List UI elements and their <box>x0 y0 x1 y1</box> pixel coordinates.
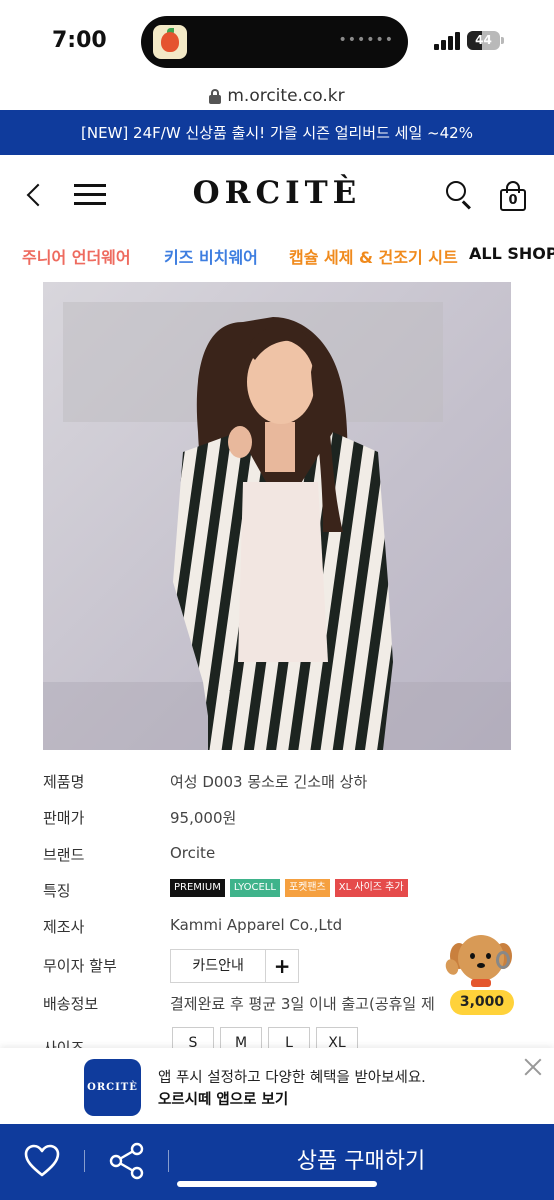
live-activity-app-icon <box>153 25 187 59</box>
status-time: 7:00 <box>52 28 107 53</box>
status-bar: 7:00 •••••• 44 <box>0 0 554 82</box>
product-name: 여성 D003 몽소로 긴소매 상하 <box>170 773 368 791</box>
label-price: 판매가 <box>43 809 85 827</box>
category-junior-underwear[interactable]: 주니어 언더웨어 <box>22 244 131 268</box>
url-text: m.orcite.co.kr <box>227 86 345 106</box>
badge-lyocell: LYOCELL <box>229 879 280 897</box>
headset-icon <box>496 951 510 969</box>
label-shipping: 배송정보 <box>43 995 99 1013</box>
info-row-brand: 브랜드 Orcite <box>43 838 523 868</box>
product-brand: Orcite <box>170 844 216 862</box>
label-features: 특징 <box>43 882 71 900</box>
label-maker: 제조사 <box>43 918 85 936</box>
promo-text: [NEW] 24F/W 신상품 출시! 가을 시즌 얼리버드 세일 ~42% <box>81 124 473 142</box>
product-photo-illustration <box>43 282 511 750</box>
label-product-name: 제품명 <box>43 773 85 791</box>
label-installment: 무이자 할부 <box>43 957 117 975</box>
category-kids-beachwear[interactable]: 키즈 비치웨어 <box>164 244 258 268</box>
app-install-prompt[interactable]: ORCITÈ 앱 푸시 설정하고 다양한 혜택을 받아보세요. 오르시떼 앱으로… <box>0 1048 554 1124</box>
activity-dots-icon: •••••• <box>338 32 394 48</box>
info-row-name: 제품명 여성 D003 몽소로 긴소매 상하 <box>43 765 523 795</box>
share-icon[interactable] <box>108 1142 146 1180</box>
badge-pocket-pants: 포켓팬츠 <box>284 879 330 897</box>
close-icon[interactable] <box>522 1056 544 1078</box>
lock-icon <box>209 88 222 104</box>
search-icon[interactable] <box>446 181 474 210</box>
product-image[interactable] <box>43 282 511 750</box>
open-app-link[interactable]: 오르시떼 앱으로 보기 <box>158 1088 288 1109</box>
feature-badges: PREMIUM LYOCELL 포켓팬츠 XL 사이즈 추가 <box>170 879 408 897</box>
battery-icon: 44 <box>467 31 504 50</box>
label-brand: 브랜드 <box>43 846 85 864</box>
category-nav: 주니어 언더웨어 키즈 비치웨어 캡슐 세제 & 건조기 시트 ALL SHOP <box>0 235 554 275</box>
card-info-button[interactable]: 카드안내 + <box>170 949 299 983</box>
cart-count: 0 <box>508 193 518 208</box>
product-price: 95,000원 <box>170 809 237 827</box>
app-logo: ORCITÈ <box>84 1059 141 1116</box>
points-mascot[interactable]: 3,000 <box>443 933 518 1017</box>
address-bar[interactable]: m.orcite.co.kr <box>0 82 554 110</box>
category-all-shop[interactable]: ALL SHOP <box>469 244 554 263</box>
home-indicator <box>177 1181 377 1187</box>
divider <box>84 1150 85 1172</box>
signal-icon <box>434 32 462 50</box>
dynamic-island: •••••• <box>141 16 408 68</box>
category-capsule-detergent[interactable]: 캡슐 세제 & 건조기 시트 <box>289 244 458 268</box>
info-row-price: 판매가 95,000원 <box>43 801 523 831</box>
card-info-label: 카드안내 <box>171 950 267 982</box>
points-badge: 3,000 <box>450 990 514 1015</box>
shipping-info: 결제완료 후 평균 3일 이내 출고(공휴일 제 <box>170 995 435 1013</box>
product-maker: Kammi Apparel Co.,Ltd <box>170 916 343 934</box>
cart-icon[interactable]: 0 <box>498 179 528 211</box>
badge-premium: PREMIUM <box>170 879 225 897</box>
heart-icon[interactable] <box>24 1144 60 1178</box>
site-header: ORCITÈ 0 <box>0 155 554 235</box>
info-row-features: 특징 PREMIUM LYOCELL 포켓팬츠 XL 사이즈 추가 <box>43 874 523 904</box>
promo-banner[interactable]: [NEW] 24F/W 신상품 출시! 가을 시즌 얼리버드 세일 ~42% <box>0 110 554 155</box>
bottom-action-bar: 상품 구매하기 <box>0 1124 554 1200</box>
plus-icon: + <box>273 954 291 978</box>
app-prompt-message: 앱 푸시 설정하고 다양한 혜택을 받아보세요. <box>158 1070 426 1086</box>
buy-button[interactable]: 상품 구매하기 <box>168 1124 554 1200</box>
badge-xl-size: XL 사이즈 추가 <box>334 879 408 897</box>
battery-level: 44 <box>475 33 492 47</box>
